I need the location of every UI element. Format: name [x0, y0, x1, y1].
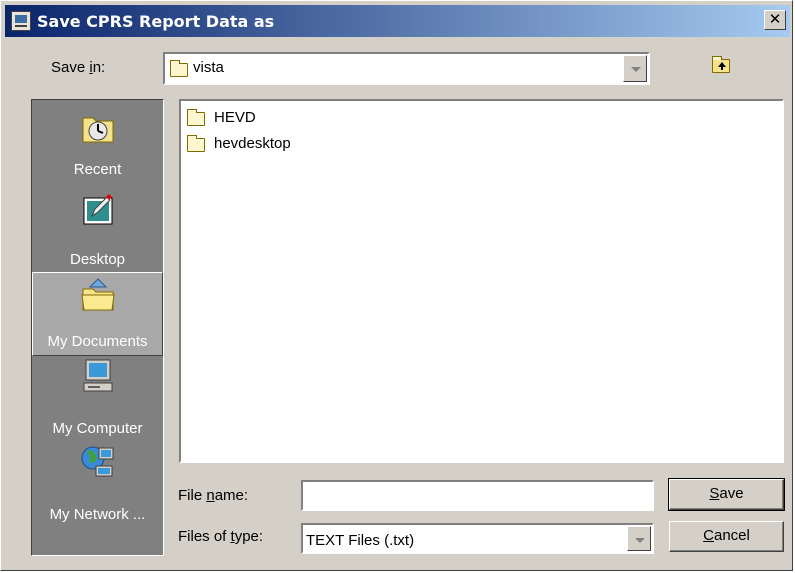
save-in-label: Save in:	[51, 59, 106, 76]
save-button[interactable]: Save	[668, 478, 785, 511]
file-type-label: Files of type:	[178, 528, 264, 545]
my-network-icon	[81, 446, 114, 477]
place-my-documents[interactable]: My Documents	[32, 272, 163, 356]
folder-icon	[187, 109, 205, 126]
place-label: My Computer	[52, 420, 143, 437]
up-one-level-button[interactable]	[710, 55, 732, 75]
close-button[interactable]: ✕	[764, 10, 786, 30]
my-computer-icon	[83, 359, 113, 392]
my-documents-icon	[81, 278, 115, 311]
place-my-network[interactable]: My Network ...	[32, 444, 163, 528]
save-in-dropdown[interactable]: vista	[163, 52, 650, 85]
recent-icon	[82, 117, 114, 143]
place-label: My Network ...	[49, 506, 146, 523]
place-my-computer[interactable]: My Computer	[32, 358, 163, 442]
save-dialog: Save CPRS Report Data as ✕ Save in: vist…	[0, 0, 793, 571]
place-label: My Documents	[47, 333, 148, 350]
place-recent[interactable]: Recent	[32, 100, 163, 184]
place-desktop[interactable]: Desktop	[32, 186, 163, 270]
up-arrow-stem	[721, 66, 723, 70]
file-list[interactable]: HEVD hevdesktop	[179, 99, 784, 463]
file-name: HEVD	[214, 109, 256, 126]
places-bar: Recent Desktop My Documents My Computer …	[31, 99, 164, 556]
place-label: Recent	[73, 161, 122, 178]
file-type-value: TEXT Files (.txt)	[306, 532, 415, 549]
file-name-input[interactable]	[301, 480, 654, 511]
file-type-dropdown[interactable]: TEXT Files (.txt)	[301, 523, 654, 554]
app-icon	[11, 11, 31, 31]
chevron-down-icon[interactable]	[627, 526, 651, 551]
file-name-label: File name:	[178, 487, 249, 504]
folder-icon	[170, 60, 188, 77]
desktop-icon	[83, 194, 113, 225]
close-icon: ✕	[768, 10, 782, 28]
chevron-down-icon[interactable]	[623, 55, 647, 82]
file-name: hevdesktop	[214, 135, 291, 152]
place-label: Desktop	[69, 251, 126, 268]
title-bar[interactable]: Save CPRS Report Data as ✕	[5, 5, 790, 37]
window-title: Save CPRS Report Data as	[37, 12, 275, 31]
folder-icon	[187, 135, 205, 152]
save-in-value: vista	[193, 59, 224, 76]
cancel-button[interactable]: Cancel	[669, 521, 784, 552]
